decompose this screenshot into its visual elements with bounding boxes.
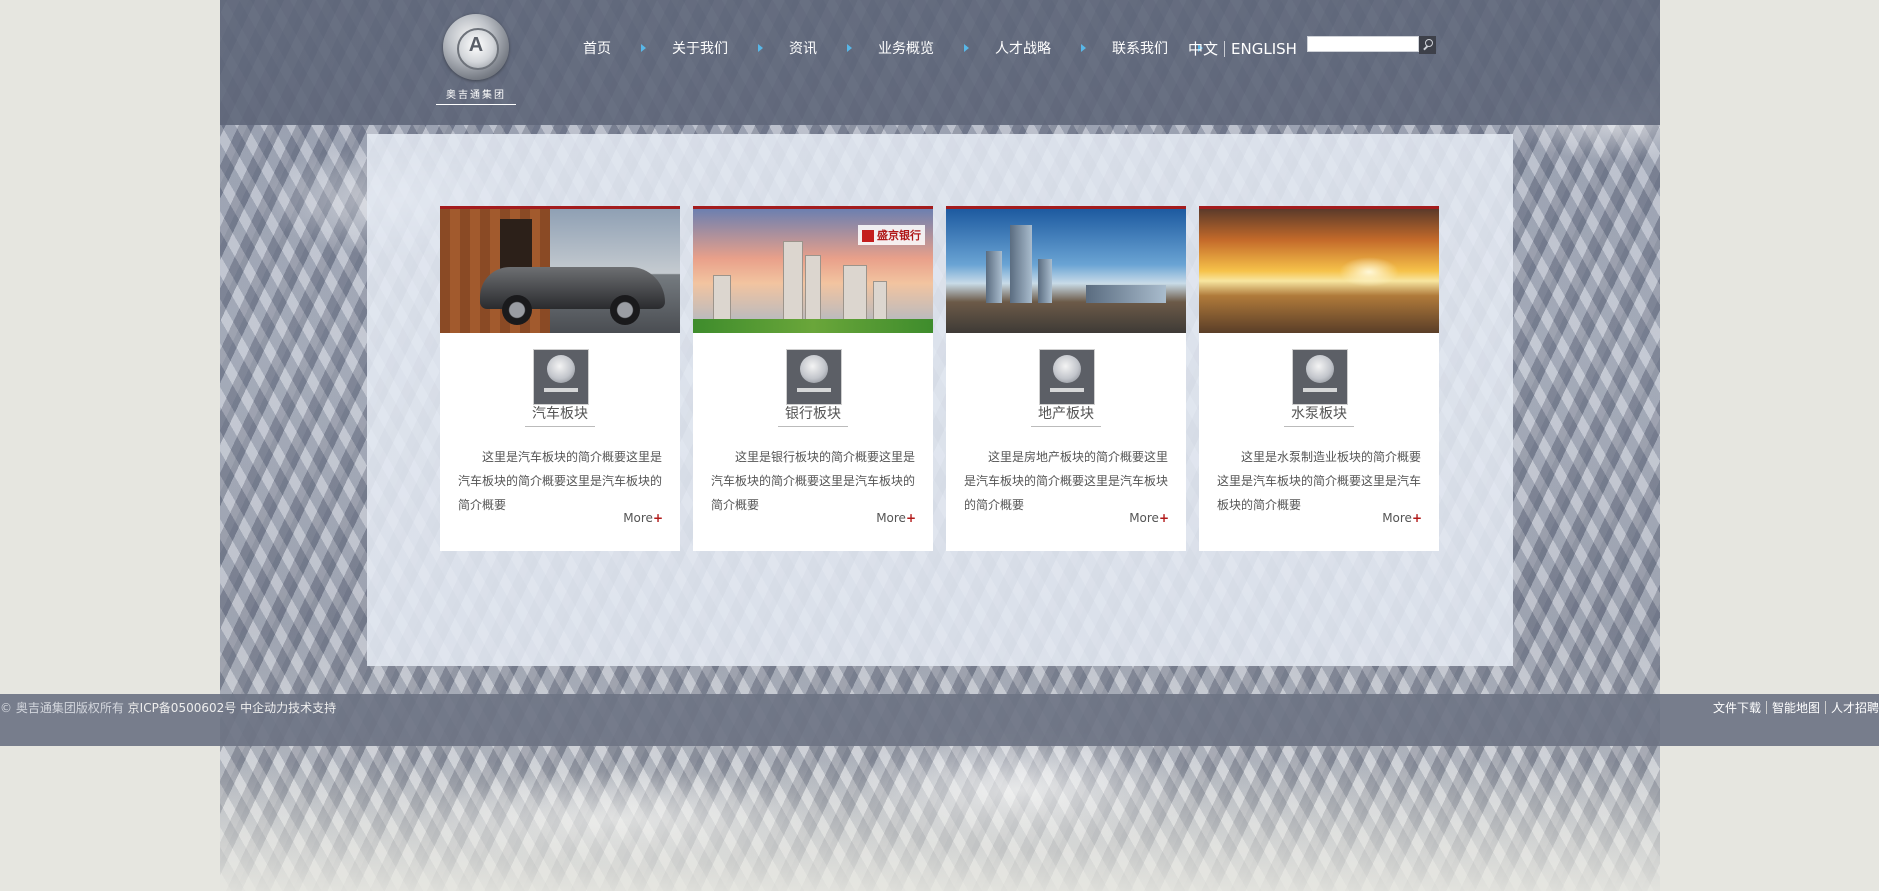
nav-link-news[interactable]: 资讯 (789, 38, 817, 58)
company-logo-icon (533, 349, 589, 405)
nav-item-talent: 人才战略 (995, 38, 1112, 58)
business-card-bank: 盛京银行 银行板块 这里是银行板块的简介概要这里是汽车板块的简介概要这里是汽车板… (693, 206, 933, 551)
business-card-realestate: 地产板块 这里是房地产板块的简介概要这里是汽车板块的简介概要这里是汽车板块的简介… (946, 206, 1186, 551)
card-description: 这里是水泵制造业板块的简介概要这里是汽车板块的简介概要这里是汽车板块的简介概要 (1217, 450, 1422, 512)
card-description: 这里是汽车板块的简介概要这里是汽车板块的简介概要这里是汽车板块的简介概要 (458, 450, 663, 512)
nav-link-business[interactable]: 业务概览 (878, 38, 934, 58)
nav-link-home[interactable]: 首页 (583, 38, 611, 58)
company-logo-icon (786, 349, 842, 405)
logo-emblem-icon: A (443, 14, 509, 80)
more-link[interactable]: More+ (623, 511, 663, 525)
language-switcher: 中文 ENGLISH (1188, 38, 1297, 59)
search-box (1307, 36, 1436, 54)
card-title: 银行板块 (778, 403, 848, 427)
icp-text[interactable]: 京ICP备0500602号 中企动力技术支持 (128, 701, 336, 715)
card-title: 水泵板块 (1284, 403, 1354, 427)
business-card-auto: 汽车板块 这里是汽车板块的简介概要这里是汽车板块的简介概要这里是汽车板块的简介概… (440, 206, 680, 551)
bank-logo-badge: 盛京银行 (858, 225, 925, 245)
search-input[interactable] (1307, 36, 1419, 52)
nav-item-home: 首页 (583, 38, 672, 58)
logo-letter: A (468, 34, 484, 56)
arrow-right-icon (641, 44, 646, 52)
more-link[interactable]: More+ (1129, 511, 1169, 525)
footer-link-jobs[interactable]: 人才招聘 (1831, 699, 1879, 716)
nav-link-contact[interactable]: 联系我们 (1112, 38, 1168, 58)
footer-copyright: © 奥吉通集团版权所有 京ICP备0500602号 中企动力技术支持 (0, 699, 336, 716)
card-photo-sunset[interactable] (1199, 209, 1439, 333)
arrow-right-icon (847, 44, 852, 52)
company-logo-icon (1039, 349, 1095, 405)
plus-icon: + (1411, 511, 1422, 525)
footer-link-downloads[interactable]: 文件下载 (1713, 699, 1761, 716)
company-logo[interactable]: A 奥吉通集团 (436, 14, 516, 106)
plus-icon: + (905, 511, 916, 525)
plus-icon: + (1158, 511, 1169, 525)
content-panel: 汽车板块 这里是汽车板块的简介概要这里是汽车板块的简介概要这里是汽车板块的简介概… (367, 134, 1513, 666)
lang-divider (1224, 40, 1226, 57)
footer-links: 文件下载 智能地图 人才招聘 (1713, 699, 1879, 716)
search-button[interactable] (1419, 36, 1436, 54)
nav-link-talent[interactable]: 人才战略 (995, 38, 1051, 58)
arrow-right-icon (758, 44, 763, 52)
footer-link-map[interactable]: 智能地图 (1772, 699, 1820, 716)
business-card-pump: 水泵板块 这里是水泵制造业板块的简介概要这里是汽车板块的简介概要这里是汽车板块的… (1199, 206, 1439, 551)
footer-divider (1824, 701, 1826, 714)
lang-english[interactable]: ENGLISH (1231, 40, 1297, 58)
company-logo-icon (1292, 349, 1348, 405)
nav-item-news: 资讯 (789, 38, 878, 58)
arrow-right-icon (1081, 44, 1086, 52)
nav-item-about: 关于我们 (672, 38, 789, 58)
card-description: 这里是银行板块的简介概要这里是汽车板块的简介概要这里是汽车板块的简介概要 (711, 450, 916, 512)
more-link[interactable]: More+ (876, 511, 916, 525)
site-header: A 奥吉通集团 首页 关于我们 资讯 业务概览 人才战略 联系我们 中文 ENG… (220, 0, 1660, 125)
plus-icon: + (652, 511, 663, 525)
card-title: 地产板块 (1031, 403, 1101, 427)
card-photo-bank-skyline[interactable]: 盛京银行 (693, 209, 933, 333)
arrow-right-icon (964, 44, 969, 52)
footer-divider (1765, 701, 1767, 714)
more-link[interactable]: More+ (1382, 511, 1422, 525)
logo-text: 奥吉通集团 (436, 88, 516, 105)
card-photo-car[interactable] (440, 209, 680, 333)
nav-item-business: 业务概览 (878, 38, 995, 58)
main-nav: 首页 关于我们 资讯 业务概览 人才战略 联系我们 (583, 37, 1229, 59)
nav-link-about[interactable]: 关于我们 (672, 38, 728, 58)
card-photo-city[interactable] (946, 209, 1186, 333)
copyright-text: © 奥吉通集团版权所有 (0, 701, 124, 715)
card-title: 汽车板块 (525, 403, 595, 427)
lang-chinese[interactable]: 中文 (1188, 38, 1218, 59)
card-description: 这里是房地产板块的简介概要这里是汽车板块的简介概要这里是汽车板块的简介概要 (964, 450, 1169, 512)
site-footer: © 奥吉通集团版权所有 京ICP备0500602号 中企动力技术支持 文件下载 … (0, 694, 1879, 746)
